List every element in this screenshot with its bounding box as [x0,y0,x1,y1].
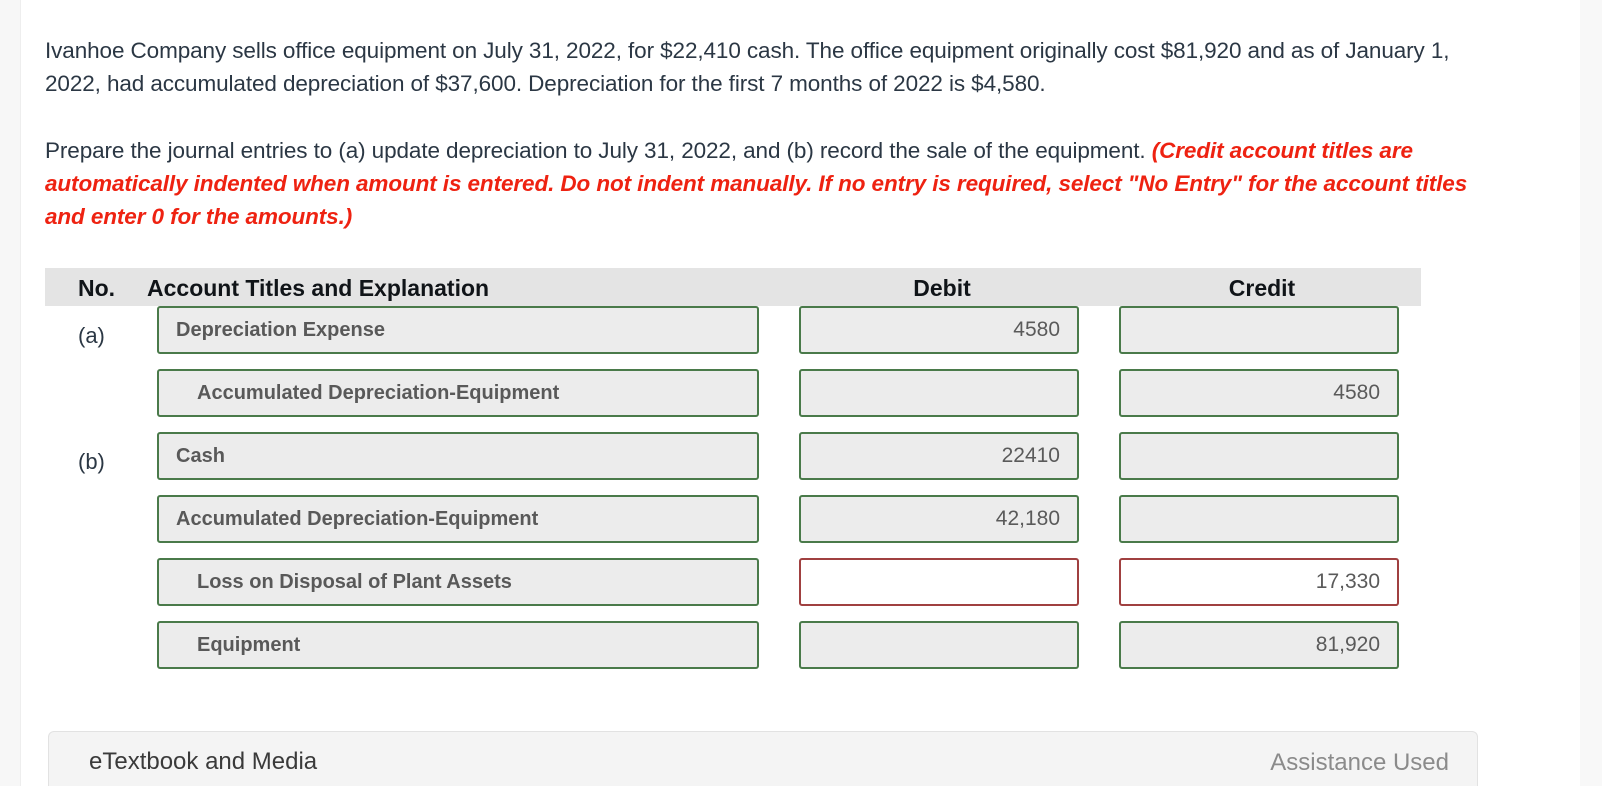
page-gutter-left [0,0,21,786]
problem-statement: Ivanhoe Company sells office equipment o… [45,34,1501,100]
credit-amount-input[interactable]: 4580 [1119,369,1399,417]
etextbook-and-media-label[interactable]: eTextbook and Media [89,748,317,776]
row-number-label: (a) [78,323,105,348]
page-gutter-right [1579,0,1602,786]
column-header-credit: Credit [1228,275,1296,301]
etextbook-media-panel[interactable]: eTextbook and Media Assistance Used [48,731,1478,786]
credit-amount-input[interactable] [1119,495,1399,543]
account-title-select[interactable]: Cash [157,432,759,480]
credit-amount-input[interactable] [1119,432,1399,480]
instruction-lead-text: Prepare the journal entries to (a) updat… [45,138,1146,163]
table-row: (a) Depreciation Expense 4580 [45,306,1445,369]
journal-table-header: No. Account Titles and Explanation Debit… [45,268,1421,306]
debit-amount-input[interactable] [799,369,1079,417]
account-title-select[interactable]: Accumulated Depreciation-Equipment [157,495,759,543]
journal-table-body: (a) Depreciation Expense 4580 Accumulated D… [45,306,1445,684]
credit-amount-input[interactable]: 81,920 [1119,621,1399,669]
account-title-select[interactable]: Equipment [157,621,759,669]
credit-amount-input[interactable] [1119,306,1399,354]
column-header-debit: Debit [913,275,971,301]
column-header-account-titles: Account Titles and Explanation [147,275,490,301]
table-row: Loss on Disposal of Plant Assets 17,330 [45,558,1445,621]
table-row: Equipment 81,920 [45,621,1445,684]
journal-entry-table: No. Account Titles and Explanation Debit… [45,268,1445,684]
table-row: (b) Cash 22410 [45,432,1445,495]
debit-amount-input[interactable]: 22410 [799,432,1079,480]
account-title-select[interactable]: Depreciation Expense [157,306,759,354]
table-row: Accumulated Depreciation-Equipment 4580 [45,369,1445,432]
problem-statement-text: Ivanhoe Company sells office equipment o… [45,38,1450,96]
table-row: Accumulated Depreciation-Equipment 42,180 [45,495,1445,558]
problem-instruction: Prepare the journal entries to (a) updat… [45,134,1501,233]
account-title-select[interactable]: Accumulated Depreciation-Equipment [157,369,759,417]
assistance-used-label: Assistance Used [1270,749,1449,776]
debit-amount-input[interactable]: 42,180 [799,495,1079,543]
credit-amount-input[interactable]: 17,330 [1119,558,1399,606]
debit-amount-input[interactable] [799,621,1079,669]
debit-amount-input[interactable] [799,558,1079,606]
row-number-label: (b) [78,449,105,474]
debit-amount-input[interactable]: 4580 [799,306,1079,354]
column-header-no: No. [78,275,116,301]
account-title-select[interactable]: Loss on Disposal of Plant Assets [157,558,759,606]
question-content: Ivanhoe Company sells office equipment o… [21,0,1580,786]
